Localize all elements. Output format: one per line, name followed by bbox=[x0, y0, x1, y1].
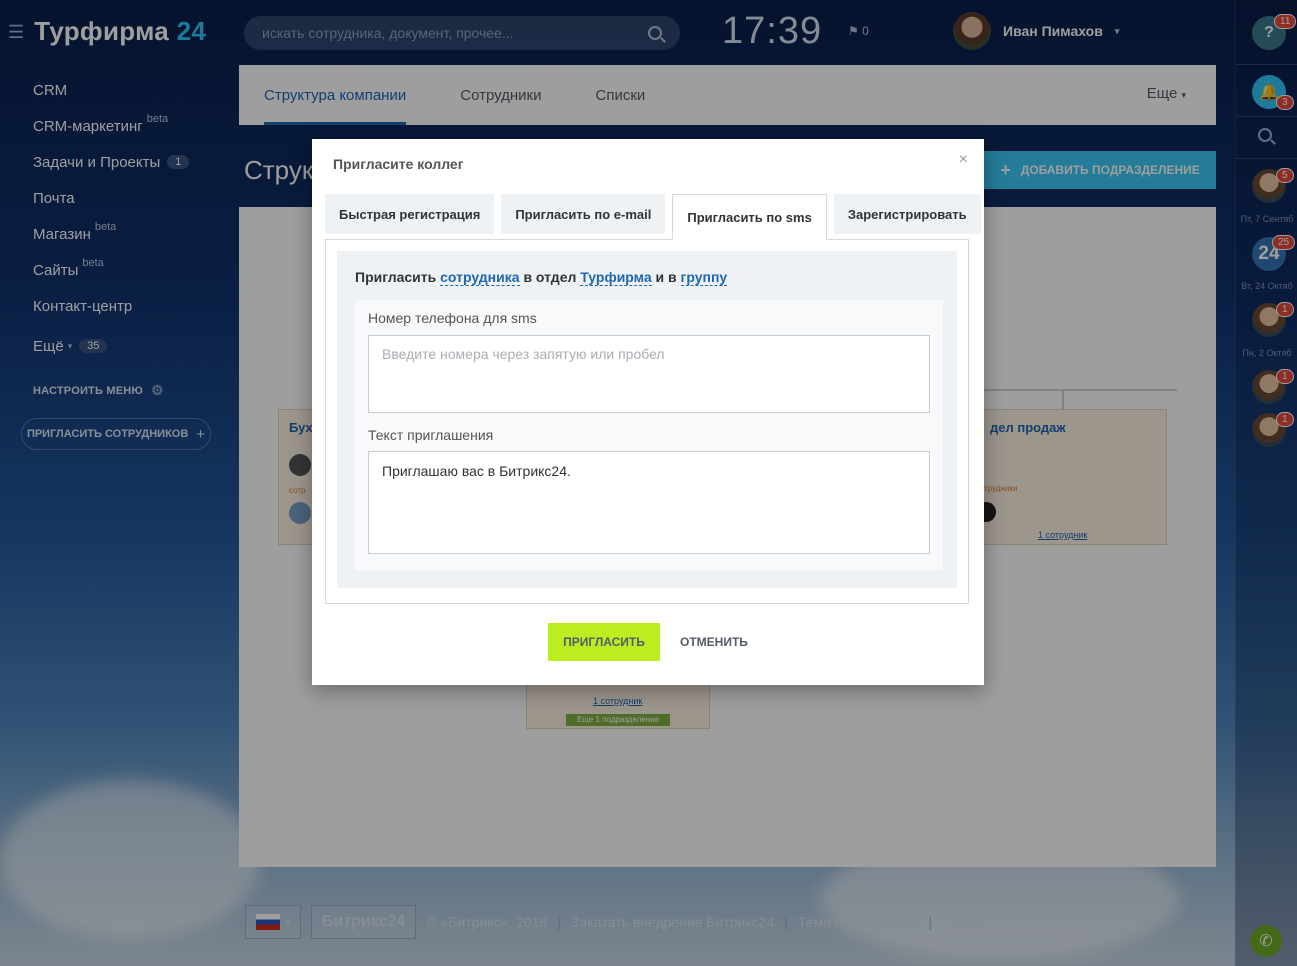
invite-button[interactable]: ПРИГЛАСИТЬ bbox=[548, 623, 660, 661]
tab-invite-email[interactable]: Пригласить по e-mail bbox=[501, 194, 666, 234]
tab-invite-sms[interactable]: Пригласить по sms bbox=[672, 194, 827, 240]
cancel-button[interactable]: ОТМЕНИТЬ bbox=[680, 623, 748, 661]
dialog-tabs: Быстрая регистрация Пригласить по e-mail… bbox=[325, 194, 981, 240]
phone-numbers-field[interactable]: Введите номера через запятую или пробел bbox=[368, 335, 930, 413]
close-icon[interactable]: × bbox=[959, 151, 968, 169]
tab-register[interactable]: Зарегистрировать bbox=[833, 194, 981, 234]
invite-target-line: Пригласить сотрудника в отдел Турфирма и… bbox=[355, 269, 728, 286]
invite-dialog: Пригласите коллег × Быстрая регистрация … bbox=[312, 139, 984, 685]
invitation-text-field[interactable]: Приглашаю вас в Битрикс24. bbox=[368, 451, 930, 554]
phone-label: Номер телефона для sms bbox=[368, 310, 537, 326]
tab-quick-registration[interactable]: Быстрая регистрация bbox=[325, 194, 495, 234]
employee-type-link[interactable]: сотрудника bbox=[440, 269, 520, 286]
group-link[interactable]: группу bbox=[680, 269, 728, 286]
sms-invite-panel: Пригласить сотрудника в отдел Турфирма и… bbox=[325, 239, 969, 604]
dialog-title: Пригласите коллег bbox=[333, 156, 464, 172]
message-label: Текст приглашения bbox=[368, 427, 494, 443]
department-link[interactable]: Турфирма bbox=[580, 269, 652, 286]
